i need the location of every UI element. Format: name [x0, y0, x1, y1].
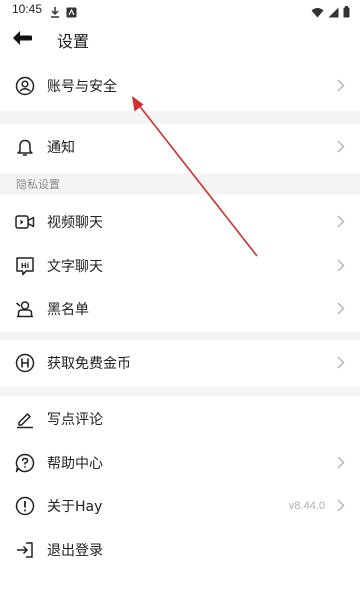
- text-chat-row[interactable]: Hi 文字聊天: [0, 243, 360, 288]
- account-security-label: 账号与安全: [47, 78, 117, 95]
- svg-text:Hi: Hi: [21, 262, 29, 270]
- chevron-right-icon: [336, 259, 346, 273]
- header: 设置: [0, 20, 360, 60]
- write-review-label: 写点评论: [47, 411, 103, 428]
- about-row[interactable]: 关于Hay v8.44.0: [0, 483, 360, 528]
- write-review-row[interactable]: 写点评论: [0, 396, 360, 441]
- bell-icon: [14, 136, 36, 158]
- chevron-right-icon: [336, 215, 346, 229]
- info-icon: [14, 495, 36, 517]
- back-button[interactable]: [10, 28, 34, 52]
- video-chat-row[interactable]: 视频聊天: [0, 199, 360, 244]
- privacy-section-title: 隐私设置: [16, 178, 60, 191]
- chevron-right-icon: [336, 302, 346, 316]
- coin-h-icon: [14, 352, 36, 374]
- status-time: 10:45: [12, 2, 43, 16]
- help-center-label: 帮助中心: [47, 455, 103, 472]
- chevron-right-icon: [336, 456, 346, 470]
- help-center-row[interactable]: 帮助中心: [0, 440, 360, 485]
- text-chat-label: 文字聊天: [47, 258, 103, 275]
- section-gap: [0, 387, 360, 396]
- blacklist-row[interactable]: 黑名单: [0, 286, 360, 331]
- help-icon: [14, 452, 36, 474]
- account-security-row[interactable]: 账号与安全: [0, 63, 360, 108]
- chevron-right-icon: [336, 499, 346, 513]
- video-icon: [14, 211, 36, 233]
- blacklist-label: 黑名单: [47, 301, 89, 318]
- section-gap: [0, 111, 360, 124]
- about-label: 关于Hay: [47, 498, 103, 515]
- notifications-label: 通知: [47, 139, 75, 156]
- chevron-right-icon: [336, 140, 346, 154]
- privacy-section-header: 隐私设置: [0, 173, 360, 195]
- notifications-row[interactable]: 通知: [0, 124, 360, 169]
- section-gap: [0, 332, 360, 340]
- blacklist-icon: [14, 298, 36, 320]
- chevron-right-icon: [336, 356, 346, 370]
- free-coins-row[interactable]: 获取免费金币: [0, 340, 360, 385]
- pen-icon: [14, 408, 36, 430]
- page-title: 设置: [57, 32, 90, 51]
- version-text: v8.44.0: [288, 499, 325, 512]
- logout-label: 退出登录: [47, 542, 103, 559]
- free-coins-label: 获取免费金币: [47, 355, 131, 372]
- chevron-right-icon: [336, 79, 346, 93]
- user-circle-icon: [14, 75, 36, 97]
- chat-hi-icon: Hi: [14, 255, 36, 277]
- logout-icon: [14, 539, 36, 561]
- back-arrow-icon: [11, 30, 33, 50]
- logout-row[interactable]: 退出登录: [0, 527, 360, 572]
- status-bar: 10:45: [0, 0, 360, 20]
- video-chat-label: 视频聊天: [47, 214, 103, 231]
